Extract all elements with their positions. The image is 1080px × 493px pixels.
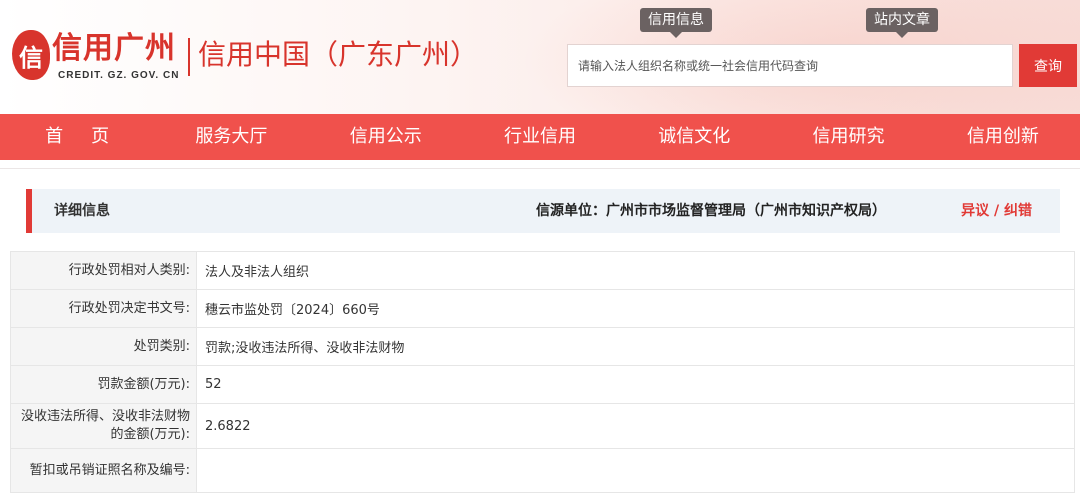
source-unit: 信源单位：广州市市场监督管理局（广州市知识产权局） bbox=[536, 203, 886, 219]
nav-item-credit-innovation[interactable]: 信用创新 bbox=[926, 114, 1080, 160]
row-value: 穗云市监处罚〔2024〕660号 bbox=[196, 289, 1075, 328]
nav-item-integrity-culture[interactable]: 诚信文化 bbox=[617, 114, 771, 160]
logo-domain: CREDIT. GZ. GOV. CN bbox=[58, 70, 180, 81]
search-input[interactable] bbox=[567, 44, 1013, 87]
main-nav: 首页 服务大厅 信用公示 行业信用 诚信文化 信用研究 信用创新 bbox=[0, 114, 1080, 160]
row-label: 行政处罚决定书文号: bbox=[10, 289, 197, 328]
table-row: 没收违法所得、没收非法财物的金额(万元): 2.6822 bbox=[10, 403, 1075, 449]
panel-title: 详细信息 bbox=[54, 203, 110, 219]
row-label: 罚款金额(万元): bbox=[10, 365, 197, 404]
detail-content: 详细信息 信源单位：广州市市场监督管理局（广州市知识产权局） 异议 / 纠错 行… bbox=[0, 168, 1080, 493]
row-value: 2.6822 bbox=[196, 403, 1075, 449]
row-label: 行政处罚相对人类别: bbox=[10, 251, 197, 290]
nav-item-home[interactable]: 首页 bbox=[0, 114, 154, 160]
row-label: 处罚类别: bbox=[10, 327, 197, 366]
detail-panel-header: 详细信息 信源单位：广州市市场监督管理局（广州市知识产权局） 异议 / 纠错 bbox=[26, 189, 1060, 233]
region-title: 信用中国（广东广州） bbox=[198, 38, 479, 71]
logo-name[interactable]: 信用广州 bbox=[52, 32, 176, 66]
nav-item-credit-publicity[interactable]: 信用公示 bbox=[309, 114, 463, 160]
row-value: 罚款;没收违法所得、没收非法财物 bbox=[196, 327, 1075, 366]
site-header: 信 信用广州 CREDIT. GZ. GOV. CN 信用中国（广东广州） 信用… bbox=[0, 0, 1080, 114]
row-label: 暂扣或吊销证照名称及编号: bbox=[10, 448, 197, 493]
table-row: 行政处罚相对人类别: 法人及非法人组织 bbox=[10, 251, 1075, 290]
penalty-detail-table: 行政处罚相对人类别: 法人及非法人组织 行政处罚决定书文号: 穗云市监处罚〔20… bbox=[10, 251, 1075, 493]
table-row: 暂扣或吊销证照名称及编号: bbox=[10, 448, 1075, 493]
search-button[interactable]: 查询 bbox=[1019, 44, 1077, 87]
search-tab-credit-info[interactable]: 信用信息 bbox=[640, 8, 712, 38]
objection-correction-link[interactable]: 异议 / 纠错 bbox=[961, 189, 1032, 233]
logo-icon[interactable]: 信 bbox=[12, 30, 50, 80]
logo-divider bbox=[188, 38, 190, 76]
row-value: 52 bbox=[196, 365, 1075, 404]
table-row: 罚款金额(万元): 52 bbox=[10, 365, 1075, 404]
nav-item-industry-credit[interactable]: 行业信用 bbox=[463, 114, 617, 160]
nav-item-credit-research[interactable]: 信用研究 bbox=[771, 114, 925, 160]
table-row: 行政处罚决定书文号: 穗云市监处罚〔2024〕660号 bbox=[10, 289, 1075, 328]
table-row: 处罚类别: 罚款;没收违法所得、没收非法财物 bbox=[10, 327, 1075, 366]
nav-item-service-hall[interactable]: 服务大厅 bbox=[154, 114, 308, 160]
search-tab-site-articles[interactable]: 站内文章 bbox=[866, 8, 938, 38]
row-value: 法人及非法人组织 bbox=[196, 251, 1075, 290]
row-label: 没收违法所得、没收非法财物的金额(万元): bbox=[10, 403, 197, 449]
row-value bbox=[196, 448, 1075, 493]
